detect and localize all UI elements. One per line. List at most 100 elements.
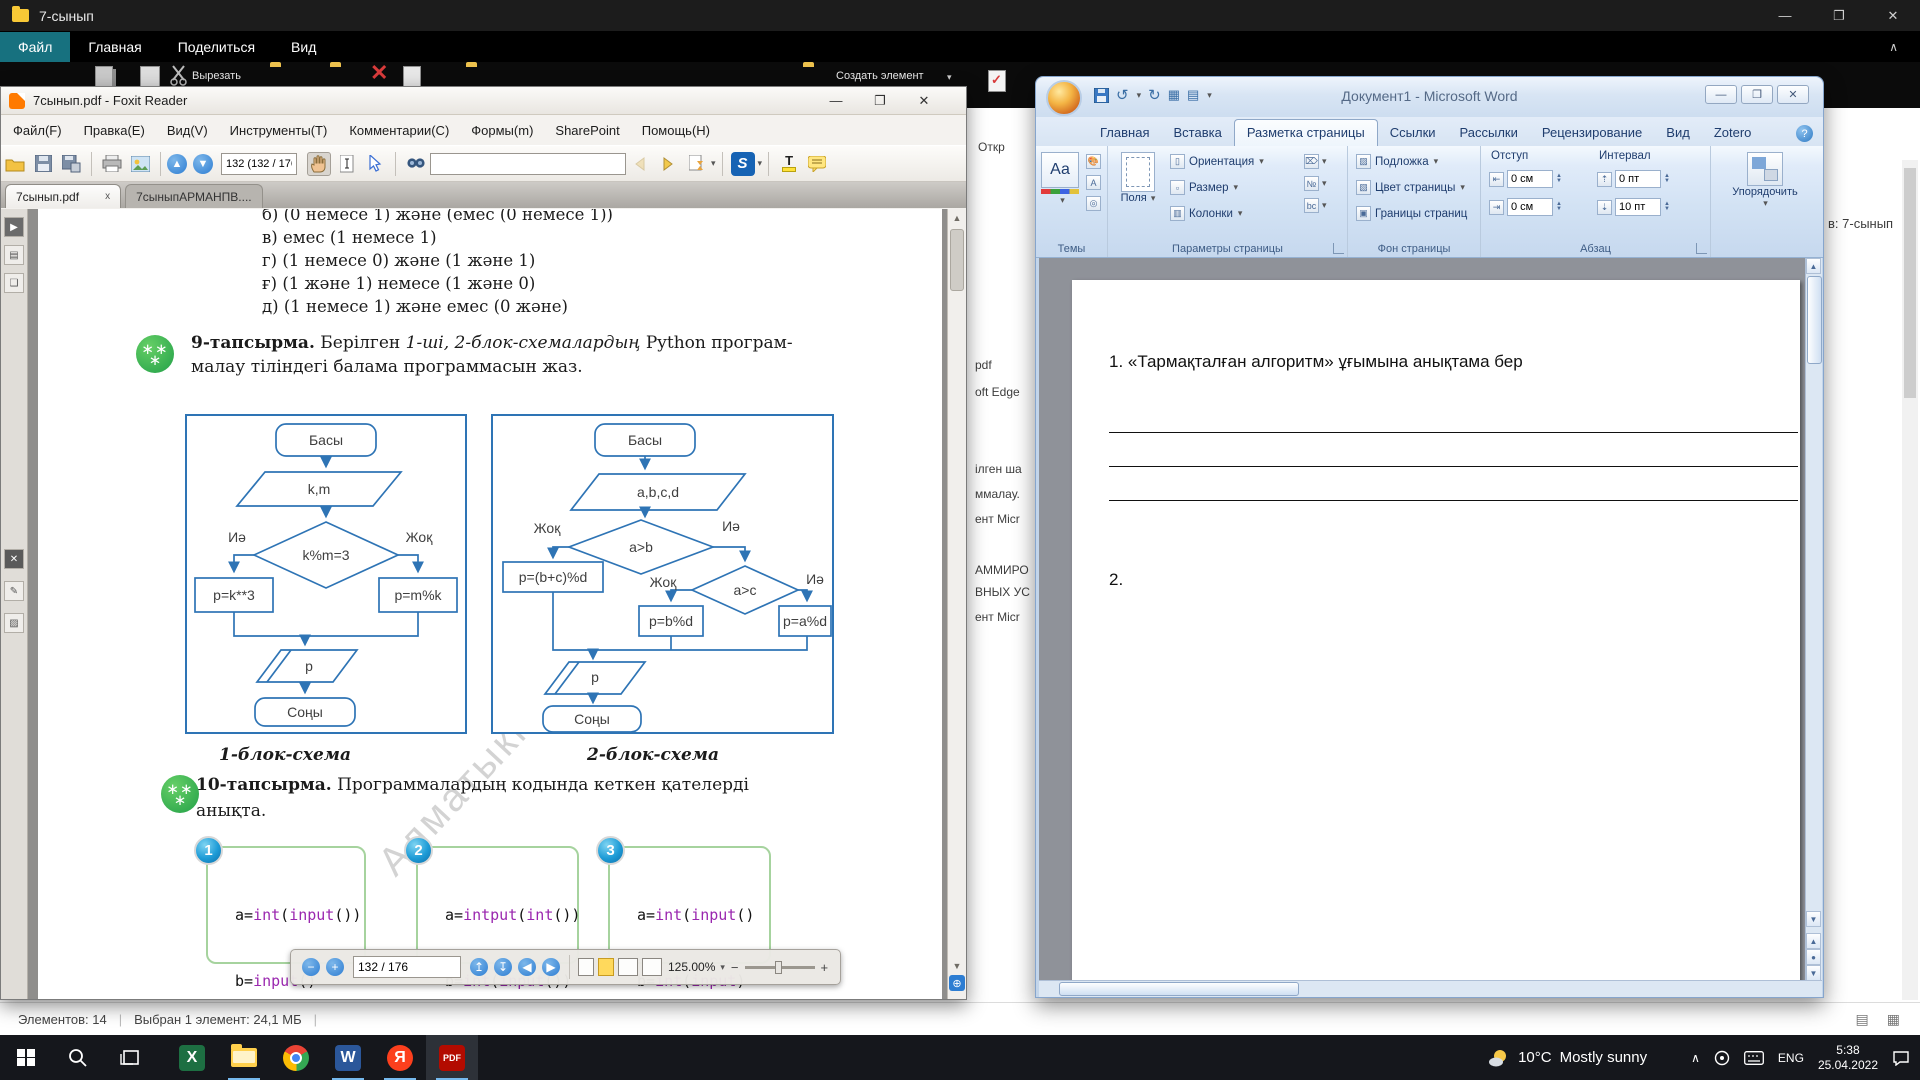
indent-right-field[interactable]: ⇥ ▲▼	[1489, 198, 1562, 216]
foxit-scrollbar[interactable]: ▲ ▼ ⊕	[947, 209, 966, 999]
file-item-fragment[interactable]: pdf	[975, 358, 992, 372]
browse-previous-icon[interactable]: ▲	[1806, 933, 1821, 949]
theme-colors-icon[interactable]: 🎨	[1086, 154, 1101, 169]
continuous-facing-view-icon[interactable]	[642, 958, 662, 976]
zoom-caret-icon[interactable]: ▾	[720, 962, 725, 973]
scroll-thumb[interactable]	[1807, 276, 1822, 364]
word-horizontal-scrollbar[interactable]	[1039, 980, 1822, 997]
page-number-input[interactable]	[221, 153, 297, 175]
weather-widget[interactable]: 10°C Mostly sunny	[1488, 1047, 1647, 1069]
print-icon[interactable]	[100, 152, 124, 176]
page-setup-dialog-launcher[interactable]	[1333, 243, 1344, 254]
select-browse-object-icon[interactable]: ●	[1806, 949, 1821, 965]
find-previous-icon[interactable]	[628, 152, 652, 176]
word-page[interactable]: 1. «Тармақталған алгоритм» ұғымына анықт…	[1072, 280, 1800, 981]
text-select-icon[interactable]	[335, 152, 359, 176]
file-item-fragment[interactable]: ент Micr	[975, 512, 1020, 526]
size-button[interactable]: ▫Размер▾	[1170, 180, 1238, 195]
file-item-fragment[interactable]: АММИРО	[975, 563, 1029, 577]
line-numbers-icon[interactable]: №	[1304, 176, 1319, 191]
find-next-icon[interactable]	[656, 152, 680, 176]
cut-scissors-icon[interactable]	[170, 64, 188, 86]
zoom-in-icon[interactable]: +	[326, 958, 344, 976]
first-page-icon[interactable]: ↥	[470, 958, 488, 976]
space-before-field[interactable]: ⇡ ▲▼	[1597, 170, 1670, 188]
previous-view-icon[interactable]: ◀	[518, 958, 536, 976]
zoom-out-icon[interactable]: −	[302, 958, 320, 976]
page-transition-icon[interactable]	[684, 152, 708, 176]
annotate-highlight-icon[interactable]: ▨	[4, 613, 24, 633]
foxit-maximize-button[interactable]: ❐	[858, 89, 902, 113]
themes-button[interactable]: Аа ▾	[1041, 152, 1083, 206]
doc-tab-inactive[interactable]: 7сыныпАРМАНПВ....	[125, 184, 263, 208]
tab-insert[interactable]: Вставка	[1161, 120, 1233, 146]
menu-tools[interactable]: Инструменты(Т)	[230, 123, 328, 138]
tab-references[interactable]: Ссылки	[1378, 120, 1448, 146]
help-icon[interactable]: ?	[1796, 125, 1813, 142]
explorer-close-button[interactable]: ✕	[1866, 0, 1920, 31]
touch-keyboard-icon[interactable]	[1744, 1051, 1764, 1065]
watermark-button[interactable]: ▨Подложка▾	[1356, 154, 1438, 169]
orientation-button[interactable]: ▯Ориентация▾	[1170, 154, 1264, 169]
page-color-button[interactable]: ▧Цвет страницы▾	[1356, 180, 1465, 195]
delete-icon[interactable]: ✕	[370, 62, 388, 84]
file-item-fragment[interactable]: ент Micr	[975, 610, 1020, 624]
tab-page-layout[interactable]: Разметка страницы	[1234, 119, 1378, 146]
taskbar-yandex[interactable]: Я	[374, 1035, 426, 1080]
dropdown-caret-icon[interactable]: ▾	[711, 158, 716, 169]
file-item-fragment[interactable]: ілген ша	[975, 462, 1022, 476]
action-center-icon[interactable]	[1892, 1050, 1910, 1066]
ribbon-collapse-icon[interactable]: ∧	[1889, 40, 1898, 54]
hyphenation-icon[interactable]: bc	[1304, 198, 1319, 213]
explorer-tab-home[interactable]: Главная	[70, 32, 159, 62]
next-page-icon[interactable]: ▼	[193, 154, 213, 174]
next-view-icon[interactable]: ▶	[542, 958, 560, 976]
file-item-fragment[interactable]: ммалау.	[975, 487, 1020, 501]
explorer-maximize-button[interactable]: ❐	[1812, 0, 1866, 31]
explorer-minimize-button[interactable]: —	[1758, 0, 1812, 31]
word-minimize-button[interactable]: —	[1705, 85, 1737, 104]
search-input[interactable]	[430, 153, 626, 175]
status-page-input[interactable]	[353, 956, 461, 978]
annotate-pen-icon[interactable]: ✎	[4, 581, 24, 601]
file-item-fragment[interactable]: ВНЫХ УС	[975, 585, 1030, 599]
columns-button[interactable]: ▥Колонки▾	[1170, 206, 1242, 221]
note-comment-icon[interactable]	[805, 152, 829, 176]
continuous-view-icon[interactable]	[598, 958, 614, 976]
scroll-down-icon[interactable]: ▼	[1806, 911, 1821, 927]
tab-view[interactable]: Вид	[1654, 120, 1702, 146]
details-view-icon[interactable]: ▤	[1856, 1011, 1869, 1028]
marquee-zoom-icon[interactable]: ⊕	[949, 975, 965, 991]
rename-icon[interactable]	[403, 66, 421, 88]
zoom-level-value[interactable]: 125.00%	[668, 960, 715, 974]
save-all-icon[interactable]	[59, 152, 83, 176]
word-maximize-button[interactable]: ❐	[1741, 85, 1773, 104]
menu-forms[interactable]: Формы(m)	[471, 123, 533, 138]
single-page-view-icon[interactable]	[578, 958, 594, 976]
last-page-icon[interactable]: ↧	[494, 958, 512, 976]
taskbar-word[interactable]: W	[322, 1035, 374, 1080]
foxit-s-logo-icon[interactable]: S	[731, 152, 755, 176]
file-item-fragment[interactable]: oft Edge	[975, 385, 1020, 399]
taskbar-foxit[interactable]: PDF	[426, 1035, 478, 1080]
panel-expand-icon[interactable]: ▶	[4, 217, 24, 237]
create-item-label[interactable]: Создать элемент	[836, 70, 924, 82]
paragraph-dialog-launcher[interactable]	[1696, 243, 1707, 254]
explorer-tab-file[interactable]: Файл	[0, 32, 70, 62]
menu-help[interactable]: Помощь(Н)	[642, 123, 710, 138]
space-after-field[interactable]: ⇣ ▲▼	[1597, 198, 1670, 216]
start-button[interactable]	[0, 1035, 52, 1080]
doc-tab-active[interactable]: 7сынып.pdf x	[5, 184, 121, 208]
cut-label[interactable]: Вырезать	[192, 70, 241, 82]
paste-icon[interactable]	[140, 66, 160, 88]
copy-icon[interactable]	[95, 66, 113, 88]
thumbnails-view-icon[interactable]: ▦	[1887, 1011, 1900, 1028]
tab-review[interactable]: Рецензирование	[1530, 120, 1654, 146]
language-indicator[interactable]: ENG	[1778, 1051, 1804, 1065]
word-close-button[interactable]: ✕	[1777, 85, 1809, 104]
arrange-button[interactable]: Упорядочить ▾	[1721, 152, 1809, 209]
open-file-icon[interactable]	[3, 152, 27, 176]
previous-page-icon[interactable]: ▲	[167, 154, 187, 174]
facing-view-icon[interactable]	[618, 958, 638, 976]
hand-tool-icon[interactable]	[307, 152, 331, 176]
